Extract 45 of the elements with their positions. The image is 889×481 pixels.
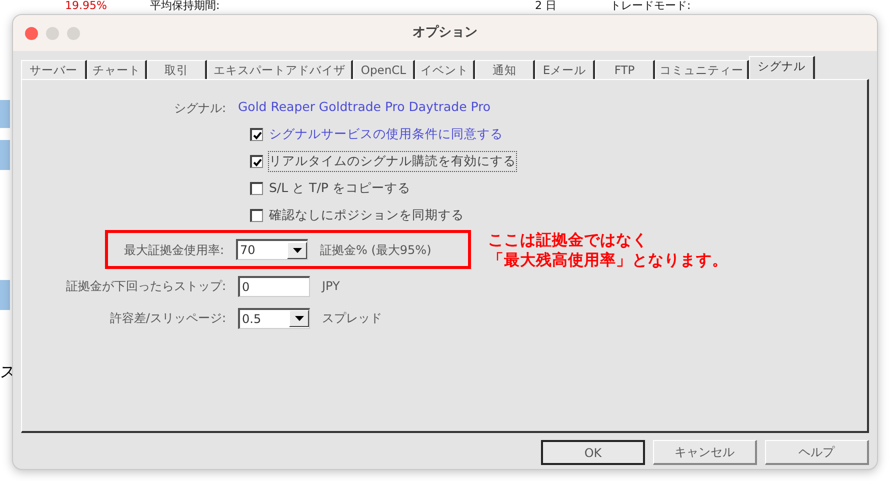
tab[interactable]: OpenCL xyxy=(353,60,415,79)
checkbox-label: リアルタイムのシグナル購読を有効にする xyxy=(269,152,516,171)
terms-link[interactable]: シグナルサービスの使用条件に同意する xyxy=(269,125,503,144)
dropdown-arrow-icon xyxy=(294,316,304,321)
checkbox[interactable] xyxy=(250,128,263,141)
sidebar-block xyxy=(0,280,10,310)
tab[interactable]: シグナル xyxy=(749,56,815,79)
stat-value: 2 日 xyxy=(535,0,556,12)
field-label: 証拠金が下回ったらストップ: xyxy=(64,278,227,295)
unit-label: スプレッド xyxy=(322,310,382,327)
tab[interactable]: 取引 xyxy=(147,60,207,79)
dropdown[interactable]: 70 xyxy=(236,239,308,260)
checkbox-label: S/L と T/P をコピーする xyxy=(269,179,410,198)
dialog-button[interactable]: キャンセル xyxy=(653,440,757,465)
tab[interactable]: サーバー xyxy=(21,60,87,79)
field-label: 最大証拠金使用率: xyxy=(122,242,225,258)
stat-label: 平均保持期間: xyxy=(150,0,220,12)
field-label: シグナル: xyxy=(172,100,227,116)
stat-label: トレードモード: xyxy=(610,0,691,12)
annotation-text: ここは証拠金ではなく 「最大残高使用率」となります。 xyxy=(488,230,728,270)
tab[interactable]: 通知 xyxy=(475,60,535,79)
tab[interactable]: エキスパートアドバイザ xyxy=(207,60,353,79)
signal-link[interactable]: Gold Reaper Goldtrade Pro Daytrade Pro xyxy=(238,98,491,117)
sidebar-block xyxy=(0,140,10,170)
tab[interactable]: チャート xyxy=(87,60,147,79)
unit-label: JPY xyxy=(322,278,340,295)
ok-button[interactable]: OK xyxy=(541,440,645,465)
close-button[interactable] xyxy=(25,26,38,40)
sidebar-block xyxy=(0,100,10,128)
unit-label: 証拠金% (最大95%) xyxy=(320,242,432,258)
tab[interactable]: イベント xyxy=(415,60,475,79)
dropdown[interactable]: 0.5 xyxy=(238,308,310,328)
field-label: 許容差/スリッページ: xyxy=(108,310,227,327)
window-title: オプション xyxy=(412,25,478,40)
dialog-button[interactable]: ヘルプ xyxy=(765,440,869,465)
percent-value: 19.95% xyxy=(65,0,107,12)
checkbox[interactable] xyxy=(250,182,263,195)
checkbox-label: 確認なしにポジションを同期する xyxy=(269,206,464,224)
tab[interactable]: FTP xyxy=(595,60,655,79)
input-field[interactable]: 0 xyxy=(238,276,310,296)
checkbox[interactable] xyxy=(250,155,263,168)
dropdown-arrow-icon xyxy=(292,248,302,252)
checkbox[interactable] xyxy=(250,209,263,222)
tab[interactable]: Eメール xyxy=(535,60,595,79)
tab[interactable]: コミュニティー xyxy=(655,60,749,79)
